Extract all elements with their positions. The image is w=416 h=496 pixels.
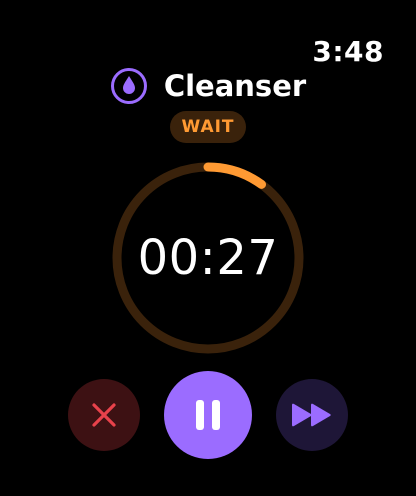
skip-button[interactable] <box>276 379 348 451</box>
pause-button[interactable] <box>164 371 252 459</box>
fast-forward-icon <box>292 403 331 427</box>
step-header: Cleanser <box>0 66 416 106</box>
cancel-button[interactable] <box>68 379 140 451</box>
status-time: 3:48 <box>312 35 384 68</box>
countdown-timer: 00:27 <box>137 230 279 286</box>
pause-icon <box>196 400 220 430</box>
step-title: Cleanser <box>163 69 307 103</box>
status-badge: WAIT <box>170 111 246 143</box>
close-icon <box>92 403 116 427</box>
water-drop-icon <box>110 68 147 104</box>
